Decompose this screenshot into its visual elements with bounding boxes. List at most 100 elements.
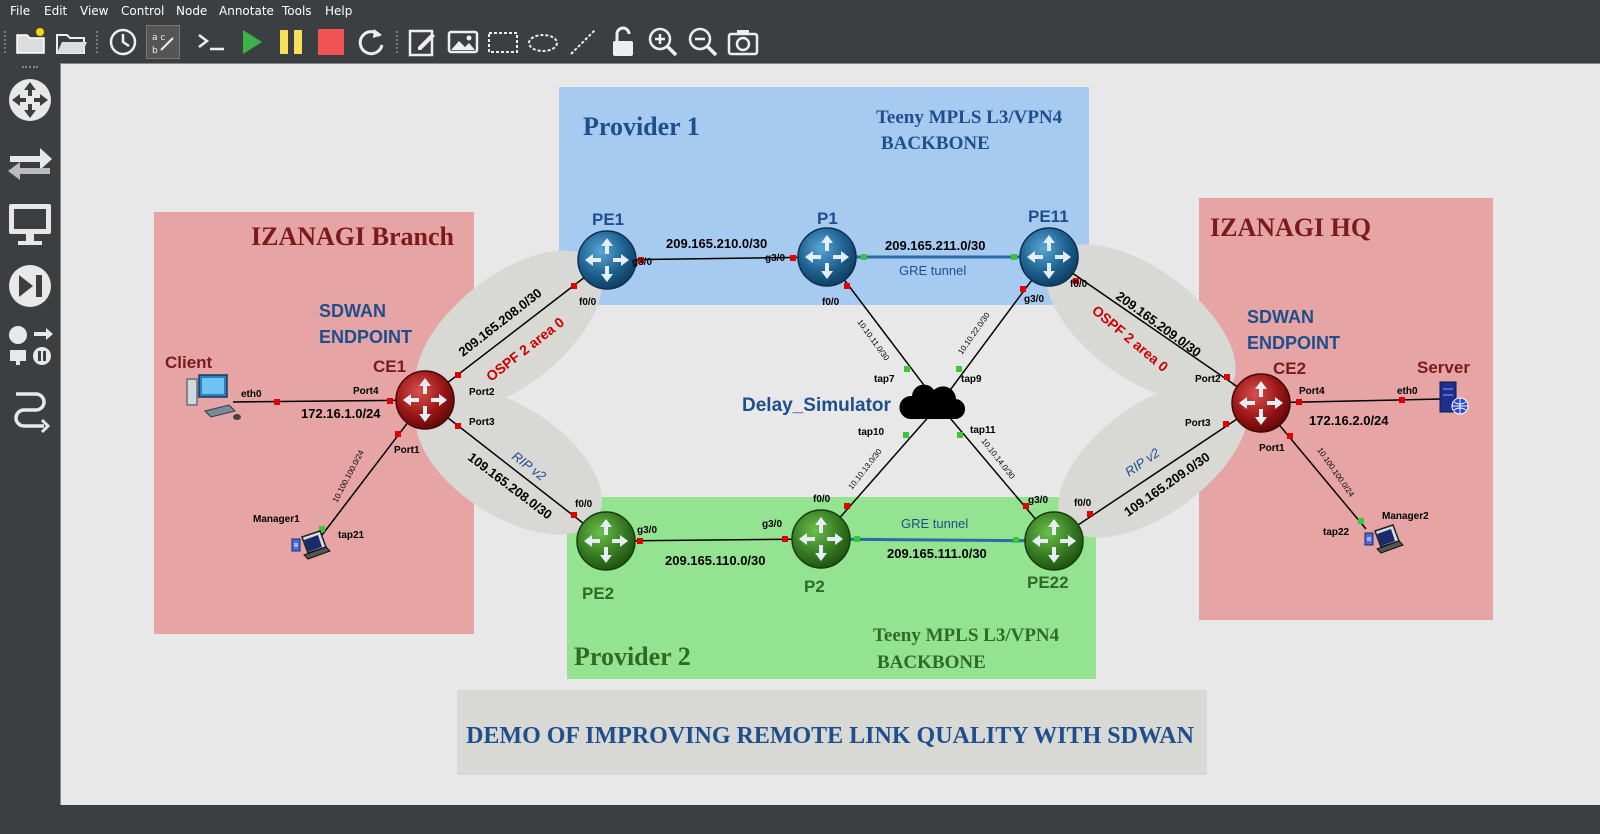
switches-icon[interactable]	[4, 136, 56, 188]
port-pe11-f00: f0/0	[1070, 279, 1088, 290]
insert-image-icon[interactable]	[446, 25, 480, 59]
router-ce1[interactable]	[395, 370, 455, 430]
show-labels-icon[interactable]: a c b	[146, 25, 180, 59]
menu-control[interactable]: Control	[121, 4, 164, 18]
toolbar-separator	[396, 31, 400, 53]
status-strip	[60, 805, 1600, 834]
port-tap11: tap11	[970, 425, 996, 436]
router-pe11[interactable]	[1019, 227, 1079, 287]
branch-sdwan-2: ENDPOINT	[319, 327, 412, 347]
provider1-subtitle-1: Teeny MPLS L3/VPN4	[876, 107, 1063, 128]
screenshot-icon[interactable]	[726, 25, 760, 59]
port-pe2-f00: f0/0	[575, 499, 593, 510]
console-icon[interactable]	[194, 25, 228, 59]
snapshot-icon[interactable]	[106, 25, 140, 59]
net-pe1-p1: 209.165.210.0/30	[666, 236, 767, 251]
draw-ellipse-icon[interactable]	[526, 25, 560, 59]
menu-annotate[interactable]: Annotate	[219, 4, 274, 18]
lock-icon[interactable]	[606, 25, 640, 59]
draw-rectangle-icon[interactable]	[486, 25, 520, 59]
port-pe1-g30: g3/0	[632, 257, 652, 268]
port-server-eth0: eth0	[1397, 386, 1418, 397]
stop-icon[interactable]	[314, 25, 348, 59]
end-devices-icon[interactable]	[4, 198, 56, 250]
port-pe22-g30: g3/0	[1028, 495, 1048, 506]
device-sidebar	[0, 62, 60, 834]
topology-canvas[interactable]: Provider 1 Teeny MPLS L3/VPN4 BACKBONE P…	[60, 63, 1600, 806]
label-ce2: CE2	[1273, 359, 1306, 378]
label-pe22: PE22	[1027, 573, 1069, 592]
port-pe22-f00: f0/0	[1074, 498, 1092, 509]
net-client: 172.16.1.0/24	[301, 406, 381, 421]
label-p2: P2	[804, 577, 825, 596]
net-pe2-p2: 209.165.110.0/30	[665, 553, 766, 568]
port-ce2-port2: Port2	[1195, 374, 1221, 385]
add-link-icon[interactable]	[4, 384, 56, 436]
add-note-icon[interactable]	[406, 25, 440, 59]
hq-sdwan-2: ENDPOINT	[1247, 333, 1340, 353]
port-pe2-g30: g3/0	[637, 525, 657, 536]
routers-icon[interactable]	[4, 74, 56, 126]
router-pe22[interactable]	[1024, 511, 1084, 571]
toolbar: a c b	[0, 22, 1600, 62]
net-ds-pe11: 10.10.22.0/30	[956, 310, 992, 356]
branch-sdwan-1: SDWAN	[319, 301, 386, 321]
label-pe2: PE2	[582, 584, 614, 603]
port-ce2-port4: Port4	[1299, 386, 1325, 397]
label-server: Server	[1417, 358, 1470, 377]
net-server: 172.16.2.0/24	[1309, 413, 1389, 428]
port-tap9: tap9	[961, 374, 982, 385]
sidebar-grip	[22, 66, 38, 72]
port-p2-g30: g3/0	[762, 519, 782, 530]
zoom-in-icon[interactable]	[646, 25, 680, 59]
port-ce1-port3: Port3	[469, 417, 495, 428]
hq-sdwan-1: SDWAN	[1247, 307, 1314, 327]
draw-line-icon[interactable]	[566, 25, 600, 59]
router-ce2[interactable]	[1231, 373, 1291, 433]
provider1-subtitle-2: BACKBONE	[881, 133, 990, 154]
label-p1: P1	[817, 209, 838, 228]
net-p2-pe22: 209.165.111.0/30	[887, 546, 987, 561]
port-tap10: tap10	[858, 427, 885, 438]
provider1-title: Provider 1	[583, 112, 700, 141]
port-p1-g30: g3/0	[765, 253, 785, 264]
new-project-icon[interactable]	[14, 25, 48, 59]
zoom-out-icon[interactable]	[686, 25, 720, 59]
menu-edit[interactable]: Edit	[44, 4, 67, 18]
label-ce1: CE1	[373, 357, 406, 376]
provider2-subtitle-1: Teeny MPLS L3/VPN4	[873, 625, 1060, 646]
menu-node[interactable]: Node	[176, 4, 207, 18]
port-tap21: tap21	[338, 530, 365, 541]
toolbar-separator	[96, 31, 100, 53]
provider2-subtitle-2: BACKBONE	[877, 652, 986, 673]
router-pe2[interactable]	[576, 511, 636, 571]
open-project-icon[interactable]	[54, 25, 88, 59]
delay-simulator-cloud-icon[interactable]	[899, 384, 966, 420]
gre-bottom-label: GRE tunnel	[901, 516, 968, 531]
net-ds-p1: 10.10.11.0/30	[855, 318, 891, 363]
menu-help[interactable]: Help	[325, 4, 352, 18]
menu-file[interactable]: File	[10, 4, 30, 18]
menu-tools[interactable]: Tools	[282, 4, 312, 18]
banner-text: DEMO OF IMPROVING REMOTE LINK QUALITY WI…	[466, 723, 1195, 749]
router-p2[interactable]	[791, 509, 851, 569]
svg-text:b: b	[152, 46, 158, 56]
hq-title: IZANAGI HQ	[1210, 213, 1371, 242]
port-client-eth0: eth0	[241, 389, 262, 400]
port-tap7: tap7	[874, 374, 895, 385]
reload-icon[interactable]	[354, 25, 388, 59]
pause-icon[interactable]	[274, 25, 308, 59]
menu-view[interactable]: View	[80, 4, 108, 18]
port-ce2-port3: Port3	[1185, 418, 1211, 429]
port-pe11-g30: g3/0	[1024, 294, 1044, 305]
start-icon[interactable]	[234, 25, 268, 59]
toolbar-grip	[4, 31, 8, 53]
router-p1[interactable]	[797, 227, 857, 287]
provider2-title: Provider 2	[574, 642, 691, 671]
menu-bar: File Edit View Control Node Annotate Too…	[0, 0, 1600, 22]
all-devices-icon[interactable]	[4, 322, 56, 374]
router-pe1[interactable]	[577, 230, 637, 290]
port-p1-f00: f0/0	[822, 297, 840, 308]
label-pe11: PE11	[1028, 207, 1069, 226]
security-devices-icon[interactable]	[4, 260, 56, 312]
